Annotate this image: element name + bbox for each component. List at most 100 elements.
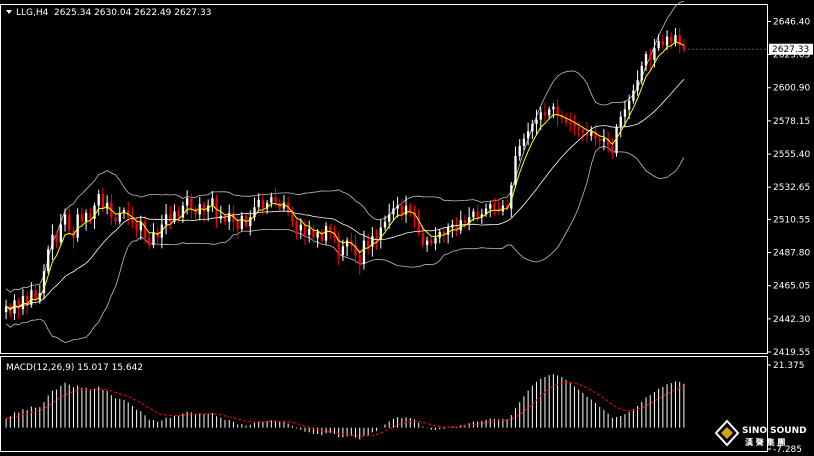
candle-body [476, 211, 479, 218]
ohlc-label: 2625.34 2630.04 2622.49 2627.33 [54, 8, 211, 18]
price-tick-label: 2532.65 [773, 183, 810, 193]
dropdown-arrow-icon[interactable] [6, 10, 12, 14]
candle-body [316, 231, 319, 238]
candle-body [657, 40, 660, 49]
candle-body [236, 221, 239, 229]
candle-body [636, 80, 639, 91]
candle-body [345, 240, 349, 247]
candle-body [661, 40, 665, 46]
price-tick-label: 2578.15 [773, 117, 810, 127]
candle-body [148, 237, 151, 245]
candle-body [472, 211, 475, 218]
candle-body [308, 228, 311, 235]
macd-histogram [5, 374, 685, 440]
candle-body [143, 221, 147, 238]
candle-body [63, 214, 67, 225]
candle-body [421, 233, 425, 245]
candle-body [282, 202, 286, 209]
candle-body [409, 205, 412, 212]
candle-body [577, 126, 580, 130]
candle-body [299, 224, 302, 231]
fast-moving-average [5, 41, 685, 310]
candle-body [543, 112, 547, 116]
candle-body [569, 122, 572, 125]
candle-body [341, 246, 345, 256]
candle-body [514, 156, 517, 186]
candle-body [665, 36, 669, 46]
candle-body [76, 214, 79, 238]
candle-body [240, 215, 244, 229]
candle-body [362, 240, 366, 264]
candle-body [270, 196, 273, 203]
bollinger-upper [5, 0, 685, 293]
svg-text:2627.33: 2627.33 [772, 45, 809, 55]
price-tick-label: 2465.05 [773, 282, 810, 292]
candle-body [185, 198, 189, 206]
candle-body [59, 224, 62, 243]
candle-body [190, 198, 193, 209]
candle-body [556, 106, 559, 116]
candle-body [548, 109, 551, 116]
candle-body [644, 54, 648, 66]
candle-body [493, 204, 496, 209]
price-tick-label: 2646.40 [773, 17, 810, 27]
candle-body [257, 199, 260, 208]
candle-body [573, 124, 576, 127]
candle-body [628, 100, 631, 110]
candle-body [97, 193, 100, 206]
bollinger-bands [5, 0, 685, 344]
price-chart[interactable]: LLG,H4 2625.34 2630.04 2622.49 2627.33 M… [0, 0, 814, 456]
price-tick-label: 2442.30 [773, 315, 810, 325]
candle-body [89, 212, 92, 219]
candle-body [640, 65, 643, 81]
watermark-line1: SINO SOUND [742, 426, 807, 436]
macd-signal-line [6, 382, 685, 437]
current-price-tag: 2627.33 [769, 43, 813, 55]
candle-body [51, 234, 54, 250]
candle-body [446, 227, 450, 235]
candle-body [114, 217, 117, 222]
candle-body [17, 300, 20, 310]
candle-body [202, 204, 206, 212]
candle-body [55, 234, 58, 243]
price-tick-label: 2510.55 [773, 215, 810, 225]
candle-body [434, 237, 437, 244]
candle-body [619, 116, 622, 127]
candle-body [274, 196, 277, 203]
candle-body [430, 240, 433, 244]
price-tick-label: 2555.40 [773, 150, 810, 160]
candle-body [194, 208, 197, 215]
macd-tick-label: 21.375 [773, 361, 805, 371]
sino-sound-logo: SINO SOUND 漢 聲 集 團 [714, 419, 807, 447]
candle-body [526, 131, 530, 139]
candle-body [522, 138, 526, 146]
candle-body [400, 205, 403, 215]
candle-body [303, 224, 307, 235]
candle-body [84, 212, 88, 222]
candles [4, 27, 686, 321]
main-panel-frame [0, 4, 768, 354]
macd-label: MACD(12,26,9) 15.017 15.642 [6, 363, 143, 373]
candle-body [623, 109, 627, 117]
candle-body [611, 145, 614, 154]
candle-body [135, 223, 138, 231]
price-tick-label: 2419.55 [773, 348, 810, 358]
candle-body [649, 54, 652, 60]
candle-body [396, 205, 399, 209]
candle-body [177, 211, 180, 218]
candle-body [602, 138, 606, 142]
candle-body [670, 36, 673, 43]
candle-body [674, 35, 677, 43]
candle-body [366, 240, 370, 247]
candle-body [489, 204, 492, 209]
candle-body [383, 221, 387, 228]
candle-body [80, 214, 84, 222]
candle-body [169, 214, 172, 222]
candle-body [535, 119, 538, 125]
candle-body [101, 193, 105, 209]
candle-body [598, 138, 601, 142]
symbol-label: LLG,H4 [16, 8, 49, 18]
price-tick-label: 2487.80 [773, 249, 810, 259]
bollinger-lower [5, 145, 685, 344]
candle-body [463, 220, 467, 224]
